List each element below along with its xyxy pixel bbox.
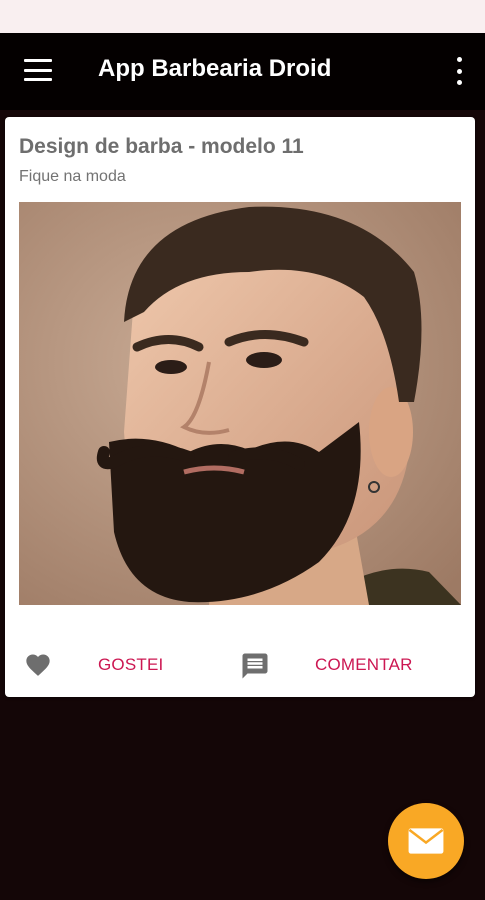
card-image[interactable]: [19, 202, 461, 605]
more-vert-icon[interactable]: [453, 57, 465, 85]
card-title: Design de barba - modelo 11: [19, 135, 304, 158]
hamburger-menu-icon[interactable]: [24, 59, 52, 81]
app-bar: App Barbearia Droid: [0, 33, 485, 110]
comment-button[interactable]: COMENTAR: [315, 655, 413, 675]
mail-fab-button[interactable]: [388, 803, 464, 879]
heart-icon[interactable]: [23, 651, 53, 679]
like-button[interactable]: GOSTEI: [98, 655, 163, 675]
app-title: App Barbearia Droid: [98, 55, 332, 82]
card-subtitle: Fique na moda: [19, 168, 126, 185]
status-bar: [0, 0, 485, 33]
post-card: Design de barba - modelo 11 Fique na mod…: [5, 117, 475, 697]
comment-icon[interactable]: [240, 651, 270, 681]
card-actions: GOSTEI COMENTAR: [5, 635, 475, 695]
mail-icon: [408, 828, 444, 854]
